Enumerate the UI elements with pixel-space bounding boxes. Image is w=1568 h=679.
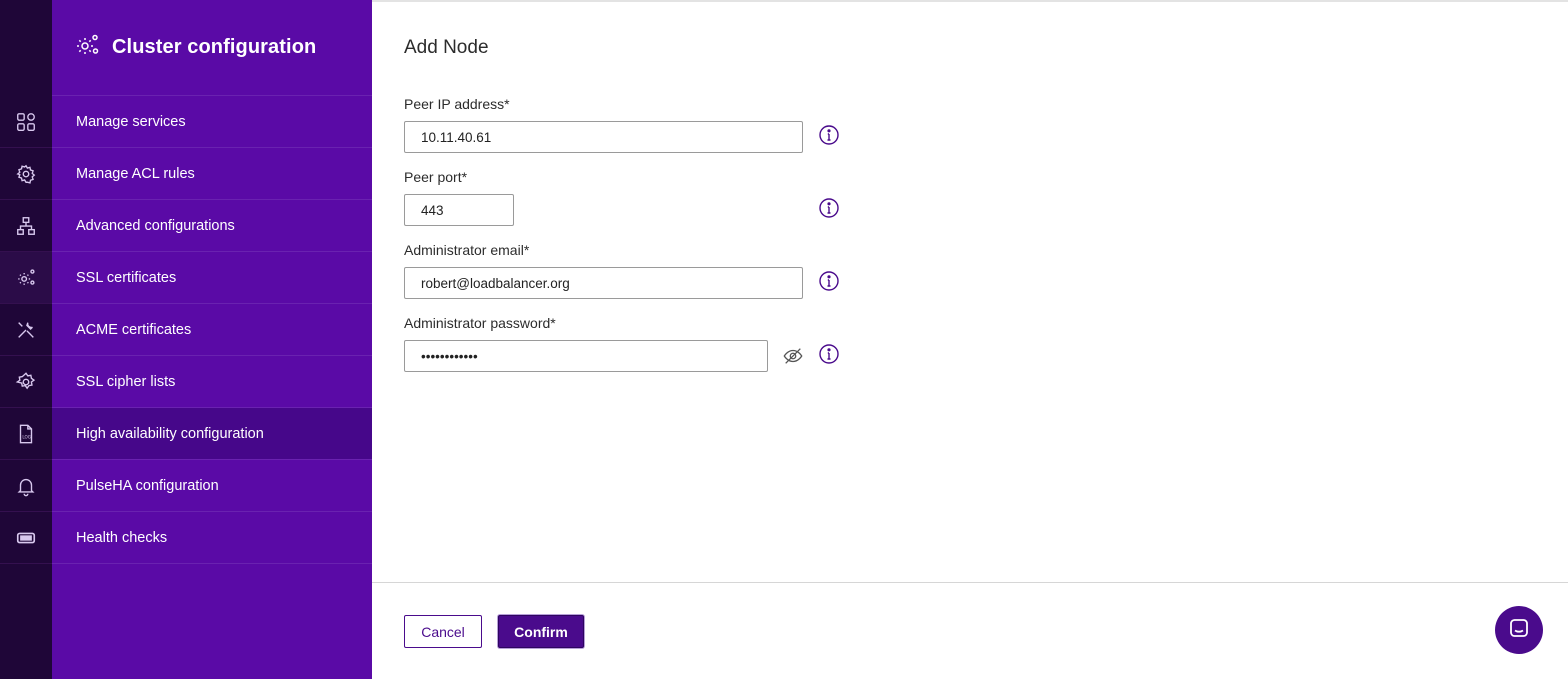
svg-text:LOG: LOG bbox=[22, 434, 31, 439]
page-title: Add Node bbox=[404, 37, 489, 58]
confirm-button[interactable]: Confirm bbox=[498, 615, 584, 648]
admin-email-label: Administrator email* bbox=[404, 242, 530, 258]
admin-password-input[interactable] bbox=[404, 340, 768, 372]
top-divider bbox=[372, 0, 1568, 2]
rail-bell-icon[interactable] bbox=[0, 460, 52, 512]
admin-password-label: Administrator password* bbox=[404, 315, 556, 331]
rail-ticket-icon[interactable] bbox=[0, 512, 52, 564]
peer-port-input[interactable] bbox=[404, 194, 514, 226]
sidebar-item-manage-services[interactable]: Manage services bbox=[52, 96, 372, 148]
hide-password-eye-icon[interactable] bbox=[781, 344, 805, 368]
sidebar-item-ssl-certificates[interactable]: SSL certificates bbox=[52, 252, 372, 304]
sidebar: Cluster configuration Manage services Ma… bbox=[52, 0, 372, 679]
sidebar-item-high-availability[interactable]: High availability configuration bbox=[52, 408, 372, 460]
rail-tools-icon[interactable] bbox=[0, 304, 52, 356]
sidebar-item-pulseha-configuration[interactable]: PulseHA configuration bbox=[52, 460, 372, 512]
sidebar-item-acme-certificates[interactable]: ACME certificates bbox=[52, 304, 372, 356]
footer-divider bbox=[372, 582, 1568, 583]
rail-gear-settings-icon[interactable] bbox=[0, 148, 52, 200]
admin-password-info-icon[interactable] bbox=[818, 343, 840, 365]
chat-launcher-button[interactable] bbox=[1495, 606, 1543, 654]
icon-rail: LOG bbox=[0, 0, 52, 679]
admin-email-info-icon[interactable] bbox=[818, 270, 840, 292]
rail-grid-icon[interactable] bbox=[0, 96, 52, 148]
cancel-button[interactable]: Cancel bbox=[404, 615, 482, 648]
peer-ip-input[interactable] bbox=[404, 121, 803, 153]
cluster-gears-icon bbox=[74, 32, 112, 63]
sidebar-item-manage-acl-rules[interactable]: Manage ACL rules bbox=[52, 148, 372, 200]
sidebar-header: Cluster configuration bbox=[52, 0, 372, 96]
admin-email-input[interactable] bbox=[404, 267, 803, 299]
rail-gear-icon[interactable] bbox=[0, 356, 52, 408]
rail-log-file-icon[interactable]: LOG bbox=[0, 408, 52, 460]
peer-ip-info-icon[interactable] bbox=[818, 124, 840, 146]
sidebar-item-advanced-configurations[interactable]: Advanced configurations bbox=[52, 200, 372, 252]
main-panel: Add Node Peer IP address* Peer port* Adm… bbox=[372, 0, 1568, 679]
peer-ip-label: Peer IP address* bbox=[404, 96, 510, 112]
sidebar-item-health-checks[interactable]: Health checks bbox=[52, 512, 372, 564]
peer-port-label: Peer port* bbox=[404, 169, 468, 185]
sidebar-title: Cluster configuration bbox=[112, 36, 317, 58]
rail-network-icon[interactable] bbox=[0, 200, 52, 252]
rail-gears-icon[interactable] bbox=[0, 252, 52, 304]
sidebar-item-ssl-cipher-lists[interactable]: SSL cipher lists bbox=[52, 356, 372, 408]
peer-port-info-icon[interactable] bbox=[818, 197, 840, 219]
chat-icon bbox=[1507, 616, 1531, 645]
